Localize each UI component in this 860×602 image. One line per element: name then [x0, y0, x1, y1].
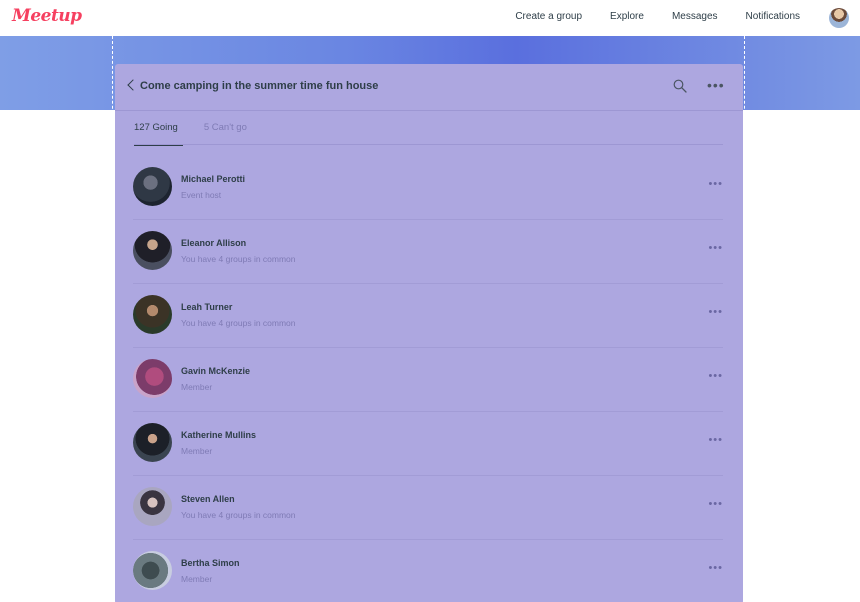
attendee-row[interactable]: Michael Perotti Event host •••: [133, 156, 723, 220]
attendee-row[interactable]: Bertha Simon Member •••: [133, 540, 723, 602]
tab-cant-go[interactable]: 5 Can't go: [204, 122, 247, 146]
attendee-avatar[interactable]: [133, 231, 172, 270]
more-horizontal-icon[interactable]: •••: [708, 242, 723, 254]
attendee-name[interactable]: Gavin McKenzie: [181, 366, 250, 376]
attendee-avatar[interactable]: [133, 551, 172, 590]
meetup-logo[interactable]: Meetup: [12, 6, 82, 26]
attendee-row[interactable]: Steven Allen You have 4 groups in common…: [133, 476, 723, 540]
card-header: Come camping in the summer time fun hous…: [115, 64, 743, 111]
attendee-subtitle: Event host: [181, 190, 222, 200]
attendee-avatar[interactable]: [133, 295, 172, 334]
attendee-avatar[interactable]: [133, 359, 172, 398]
more-horizontal-icon[interactable]: •••: [708, 178, 723, 190]
tab-going[interactable]: 127 Going: [134, 122, 183, 146]
attendee-subtitle: You have 4 groups in common: [181, 510, 296, 520]
attendee-name[interactable]: Katherine Mullins: [181, 430, 256, 440]
attendee-subtitle: You have 4 groups in common: [181, 318, 296, 328]
attendee-avatar[interactable]: [133, 487, 172, 526]
page: Meetup Create a group Explore Messages N…: [0, 0, 860, 602]
attendees-card: Come camping in the summer time fun hous…: [115, 64, 743, 602]
attendee-row[interactable]: Gavin McKenzie Member •••: [133, 348, 723, 412]
user-avatar[interactable]: [829, 8, 849, 28]
attendee-row[interactable]: Leah Turner You have 4 groups in common …: [133, 284, 723, 348]
attendee-subtitle: Member: [181, 382, 213, 392]
attendee-name[interactable]: Leah Turner: [181, 302, 232, 312]
attendee-name[interactable]: Steven Allen: [181, 494, 235, 504]
nav-links: Create a group Explore Messages Notifica…: [515, 11, 800, 22]
attendee-row[interactable]: Katherine Mullins Member •••: [133, 412, 723, 476]
attendee-row[interactable]: Eleanor Allison You have 4 groups in com…: [133, 220, 723, 284]
more-horizontal-icon[interactable]: •••: [708, 562, 723, 574]
attendee-avatar[interactable]: [133, 167, 172, 206]
chevron-left-icon[interactable]: [127, 79, 139, 91]
attendee-subtitle: You have 4 groups in common: [181, 254, 296, 264]
more-horizontal-icon[interactable]: •••: [708, 434, 723, 446]
tabs-divider: [134, 144, 723, 145]
more-horizontal-icon[interactable]: •••: [707, 78, 725, 92]
attendance-tabs: 127 Going 5 Can't go: [134, 122, 247, 146]
dashed-guide-left: [112, 36, 113, 602]
attendee-list: Michael Perotti Event host ••• Eleanor A…: [133, 156, 723, 602]
more-horizontal-icon[interactable]: •••: [708, 370, 723, 382]
more-horizontal-icon[interactable]: •••: [708, 498, 723, 510]
nav-explore[interactable]: Explore: [610, 11, 644, 22]
attendee-name[interactable]: Michael Perotti: [181, 174, 245, 184]
attendee-subtitle: Member: [181, 446, 213, 456]
attendee-name[interactable]: Eleanor Allison: [181, 238, 246, 248]
nav-notifications[interactable]: Notifications: [746, 11, 800, 22]
event-title: Come camping in the summer time fun hous…: [140, 80, 379, 92]
nav-messages[interactable]: Messages: [672, 11, 718, 22]
attendee-subtitle: Member: [181, 574, 213, 584]
nav-create-group[interactable]: Create a group: [515, 11, 582, 22]
dashed-guide-right: [744, 36, 745, 602]
search-icon[interactable]: [673, 79, 687, 93]
attendee-avatar[interactable]: [133, 423, 172, 462]
attendee-name[interactable]: Bertha Simon: [181, 558, 240, 568]
top-navigation: Meetup Create a group Explore Messages N…: [0, 0, 860, 36]
more-horizontal-icon[interactable]: •••: [708, 306, 723, 318]
